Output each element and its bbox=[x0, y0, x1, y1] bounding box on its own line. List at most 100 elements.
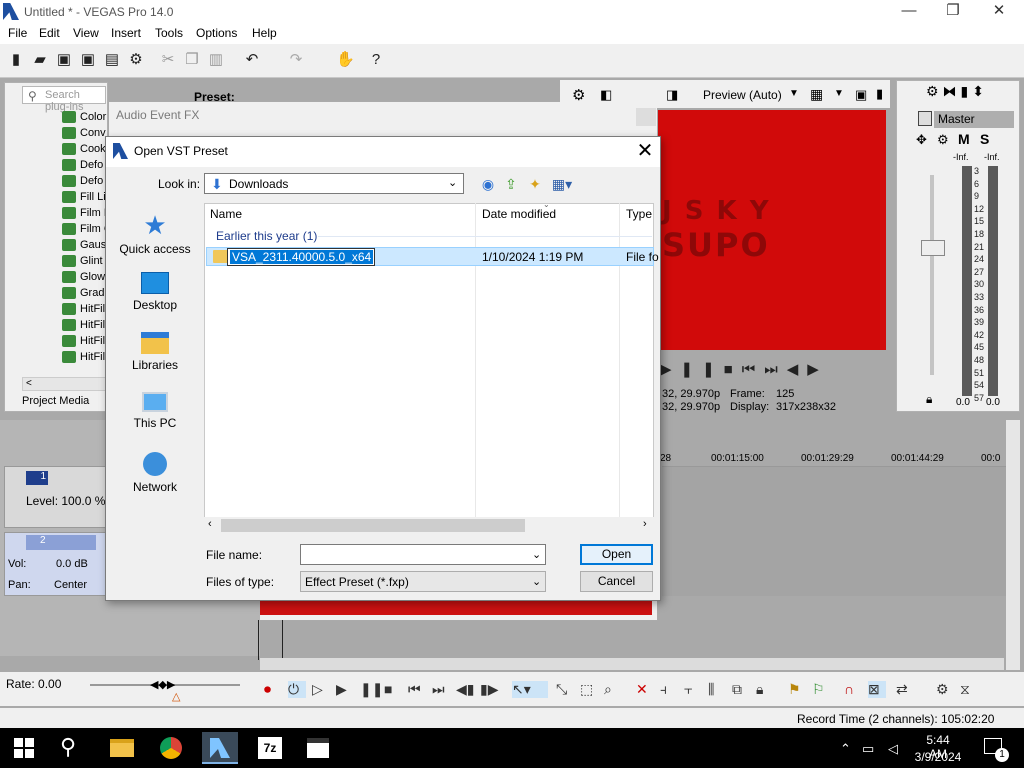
plugin-item[interactable]: HitFil bbox=[62, 303, 105, 319]
trim-icon[interactable]: ✋ bbox=[336, 52, 355, 68]
minimize-button[interactable]: — bbox=[886, 2, 932, 22]
chevron-down-icon[interactable]: ▼ bbox=[789, 88, 799, 99]
delete-icon[interactable]: ✕ bbox=[636, 681, 648, 698]
master-fader-knob[interactable] bbox=[921, 240, 945, 256]
plugin-item[interactable]: Glint bbox=[62, 255, 103, 271]
record-icon[interactable]: ⏺ bbox=[264, 681, 271, 698]
chevron-down-icon[interactable]: ⌄ bbox=[532, 575, 541, 588]
help-icon[interactable]: ? bbox=[368, 52, 384, 68]
place-desktop[interactable]: Desktop bbox=[108, 272, 202, 312]
lock-icon[interactable]: 🔒︎ bbox=[926, 392, 932, 407]
render-icon[interactable]: ▤ bbox=[104, 52, 120, 68]
ignore-grouping-icon[interactable]: ⧖ bbox=[960, 681, 970, 698]
fx-gear-icon[interactable]: ⚙ bbox=[937, 132, 949, 148]
show-hidden-icons-icon[interactable]: ⌃ bbox=[840, 741, 851, 757]
chevron-down-icon[interactable]: ▼ bbox=[834, 88, 844, 99]
trim-start-icon[interactable]: ⫞ bbox=[660, 681, 667, 698]
close-button[interactable]: ✕ bbox=[976, 2, 1022, 22]
overlays-grid-icon[interactable]: ▦ bbox=[810, 86, 823, 103]
master-toolbar-icons[interactable]: ⚙⧓▮⬍ bbox=[926, 83, 988, 100]
mute-button[interactable]: M bbox=[958, 131, 970, 147]
lock-envelopes-icon[interactable]: ⚙ bbox=[936, 681, 949, 698]
play-from-start-icon[interactable]: ▷ bbox=[312, 681, 323, 698]
plugin-hscroll[interactable]: < bbox=[22, 377, 106, 391]
copy-icon[interactable]: ❐ bbox=[184, 52, 200, 68]
restore-button[interactable]: ❐ bbox=[930, 2, 976, 22]
ripple-icon[interactable]: ⧉ bbox=[732, 681, 742, 698]
files-of-type-select[interactable]: Effect Preset (*.fxp) bbox=[300, 571, 546, 592]
windows-start-icon[interactable] bbox=[14, 738, 34, 758]
plugin-item[interactable]: Fill Li bbox=[62, 191, 106, 207]
preview-transport-icons[interactable]: ▶❚❚■⏮⏭◀▶ bbox=[660, 360, 828, 378]
volume-icon[interactable]: ◁ bbox=[888, 741, 898, 757]
properties-gear-icon[interactable]: ⚙ bbox=[128, 52, 144, 68]
pause-icon[interactable]: ❚❚ bbox=[360, 681, 383, 698]
envelope-tool-icon[interactable]: ⤡ bbox=[556, 681, 567, 698]
new-folder-icon[interactable]: ✦ bbox=[526, 176, 544, 192]
back-icon[interactable]: ◉ bbox=[479, 176, 497, 192]
split-icon[interactable]: ⫼ bbox=[708, 681, 714, 698]
chrome-icon[interactable] bbox=[154, 732, 190, 764]
tab-project-media[interactable]: Project Media bbox=[22, 395, 89, 407]
7zip-icon[interactable]: 7z bbox=[252, 732, 288, 764]
save-snapshot-icon[interactable]: ▮ bbox=[876, 86, 883, 102]
plugin-item[interactable]: Defo bbox=[62, 175, 103, 191]
plugin-item[interactable]: Color bbox=[62, 111, 106, 127]
column-type[interactable]: Type bbox=[626, 207, 652, 221]
preview-quality-dropdown[interactable]: Preview (Auto) bbox=[703, 88, 782, 102]
redo-icon[interactable]: ↷ bbox=[288, 52, 304, 68]
external-monitor-icon[interactable]: ◨ bbox=[666, 87, 678, 103]
menu-insert[interactable]: Insert bbox=[111, 26, 141, 40]
view-menu-icon[interactable]: ▦▾ bbox=[549, 176, 575, 192]
plugin-item[interactable]: Glow bbox=[62, 271, 105, 287]
open-folder-icon[interactable]: ▰ bbox=[32, 52, 48, 68]
plugin-item[interactable]: Film E bbox=[62, 207, 111, 223]
look-in-dropdown[interactable]: Downloads bbox=[204, 173, 464, 194]
network-icon[interactable]: ▭ bbox=[862, 741, 874, 757]
plugin-item[interactable]: Cook bbox=[62, 143, 106, 159]
chevron-down-icon[interactable]: ⌄ bbox=[448, 176, 457, 189]
next-frame-icon[interactable]: ▮▶ bbox=[480, 681, 498, 698]
go-to-end-icon[interactable]: ⏭ bbox=[432, 681, 445, 698]
group-header[interactable]: Earlier this year (1) bbox=[216, 229, 317, 243]
play-icon[interactable]: ▶ bbox=[336, 681, 347, 698]
save-icon[interactable]: ▣ bbox=[56, 52, 72, 68]
stop-icon[interactable]: ■ bbox=[384, 681, 392, 697]
plugin-item[interactable]: Defo bbox=[62, 159, 103, 175]
vegas-taskbar-icon[interactable] bbox=[202, 732, 238, 764]
file-name-input[interactable] bbox=[300, 544, 546, 565]
file-explorer-icon[interactable] bbox=[104, 732, 140, 764]
selection-tool-icon[interactable]: ⬚ bbox=[580, 681, 593, 698]
scroll-right-icon[interactable]: › bbox=[643, 518, 647, 530]
plugin-item[interactable]: Grad bbox=[62, 287, 104, 303]
auto-crossfade-icon[interactable]: ⊠ bbox=[868, 681, 886, 698]
place-quick-access[interactable]: ★ Quick access bbox=[108, 212, 202, 256]
zoom-tool-icon[interactable]: ⌕ bbox=[604, 681, 612, 698]
open-button[interactable]: Open bbox=[580, 544, 653, 565]
place-this-pc[interactable]: This PC bbox=[108, 392, 202, 430]
new-file-icon[interactable]: ▮ bbox=[8, 52, 24, 68]
preview-settings-icon[interactable]: ⚙ bbox=[572, 86, 585, 104]
loop-icon[interactable]: ⏻ bbox=[288, 681, 306, 698]
plugin-item[interactable]: HitFil bbox=[62, 335, 105, 351]
snapping-icon[interactable]: ∩ bbox=[844, 681, 854, 697]
menu-edit[interactable]: Edit bbox=[39, 26, 60, 40]
marker-icon[interactable]: ⚑ bbox=[788, 681, 801, 698]
menu-tools[interactable]: Tools bbox=[155, 26, 183, 40]
search-icon[interactable]: ⚲ bbox=[60, 734, 76, 760]
cut-icon[interactable]: ✂ bbox=[160, 52, 176, 68]
plugin-item[interactable]: Gaus bbox=[62, 239, 106, 255]
copy-snapshot-icon[interactable]: ▣ bbox=[855, 87, 867, 103]
timeline-hscroll[interactable] bbox=[260, 658, 1004, 670]
menu-view[interactable]: View bbox=[73, 26, 99, 40]
hscroll-thumb[interactable] bbox=[221, 519, 525, 532]
clock-date[interactable]: 3/9/2024 bbox=[913, 750, 963, 764]
menu-options[interactable]: Options bbox=[196, 26, 237, 40]
dialog-close-button[interactable]: ✕ bbox=[630, 138, 660, 164]
split-screen-icon[interactable]: ◧ bbox=[600, 87, 612, 103]
clapperboard-icon[interactable] bbox=[300, 732, 336, 764]
plugin-item[interactable]: Conv bbox=[62, 127, 106, 143]
place-network[interactable]: Network bbox=[108, 452, 202, 494]
plugin-item[interactable]: HitFil bbox=[62, 319, 105, 335]
chevron-down-icon[interactable]: ⌄ bbox=[532, 548, 541, 561]
